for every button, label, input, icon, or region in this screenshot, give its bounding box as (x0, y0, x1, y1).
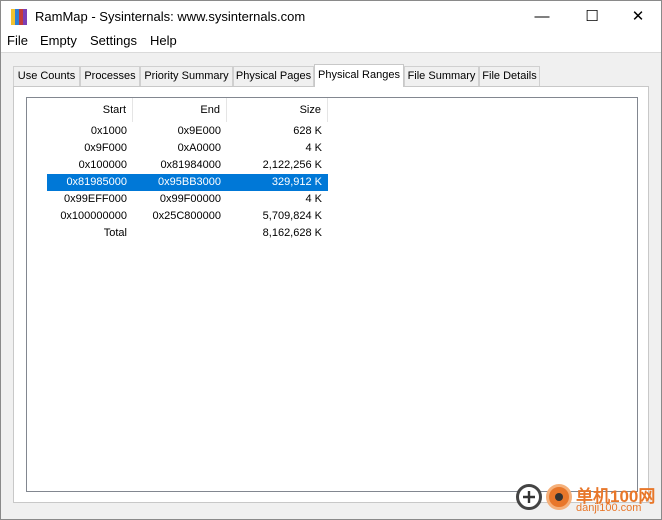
cell-start: 0x1000 (90, 125, 127, 137)
maximize-button[interactable]: ☐ (569, 1, 615, 31)
cell-size: 4 K (305, 142, 322, 154)
cell-end: 0x9E000 (177, 125, 221, 137)
table-row[interactable]: 0x99EFF000 0x99F00000 4 K (47, 191, 328, 208)
cell-start: 0x9F000 (84, 142, 127, 154)
rammap-window: RamMap - Sysinternals: www.sysinternals.… (0, 0, 662, 520)
minimize-button[interactable]: — (519, 1, 565, 31)
tab-strip: Use Counts Processes Priority Summary Ph… (13, 64, 649, 87)
cell-size: 2,122,256 K (262, 159, 322, 171)
table-row-total[interactable]: Total 8,162,628 K (47, 225, 328, 242)
table-row[interactable]: 0x100000000 0x25C800000 5,709,824 K (47, 208, 328, 225)
cell-end: 0xA0000 (177, 142, 221, 154)
cell-size: 329,912 K (271, 176, 322, 188)
tab-processes[interactable]: Processes (80, 66, 140, 86)
menu-bar: File Empty Settings Help (1, 31, 661, 53)
column-header-size[interactable]: Size (227, 98, 328, 122)
physical-ranges-list[interactable]: Start End Size 0x1000 0x9E000 628 K 0x9F… (26, 97, 638, 492)
tab-priority-summary[interactable]: Priority Summary (140, 66, 233, 86)
cell-end (133, 225, 227, 242)
menu-help[interactable]: Help (148, 33, 179, 48)
menu-settings[interactable]: Settings (88, 33, 139, 48)
tab-physical-pages[interactable]: Physical Pages (233, 66, 314, 86)
cell-start: 0x100000 (78, 159, 127, 171)
list-header: Start End Size (27, 98, 328, 122)
cell-end: 0x81984000 (160, 159, 221, 171)
close-button[interactable]: ✕ (615, 1, 661, 31)
tab-file-details[interactable]: File Details (479, 66, 540, 86)
cell-start: 0x99EFF000 (64, 193, 127, 205)
table-row[interactable]: 0x9F000 0xA0000 4 K (47, 140, 328, 157)
menu-empty[interactable]: Empty (38, 33, 79, 48)
cell-end: 0x95BB3000 (158, 176, 221, 188)
cell-start: 0x81985000 (66, 176, 127, 188)
cell-size: 8,162,628 K (262, 227, 322, 239)
rammap-app-icon (11, 9, 27, 25)
window-title: RamMap - Sysinternals: www.sysinternals.… (35, 9, 306, 24)
cell-size: 628 K (293, 125, 322, 137)
tab-use-counts[interactable]: Use Counts (13, 66, 80, 86)
menu-file[interactable]: File (5, 33, 30, 48)
cell-size: 5,709,824 K (262, 210, 322, 222)
record-circle-icon (546, 484, 572, 510)
table-row[interactable]: 0x100000 0x81984000 2,122,256 K (47, 157, 328, 174)
tab-physical-ranges[interactable]: Physical Ranges (314, 64, 404, 87)
physical-ranges-panel: Start End Size 0x1000 0x9E000 628 K 0x9F… (13, 86, 649, 503)
cell-start: Total (103, 227, 127, 239)
cell-end: 0x99F00000 (159, 193, 221, 205)
column-header-end[interactable]: End (133, 98, 227, 122)
cell-end: 0x25C800000 (152, 210, 221, 222)
site-watermark: 单机100网 danji100.com (512, 480, 662, 520)
table-row[interactable]: 0x1000 0x9E000 628 K (47, 123, 328, 140)
column-header-start[interactable]: Start (47, 98, 133, 122)
tab-file-summary[interactable]: File Summary (404, 66, 479, 86)
cell-start: 0x100000000 (60, 210, 127, 222)
table-row-selected[interactable]: 0x81985000 0x95BB3000 329,912 K (47, 174, 328, 191)
plus-circle-icon (516, 484, 542, 510)
cell-size: 4 K (305, 193, 322, 205)
watermark-url: danji100.com (576, 502, 642, 514)
title-bar[interactable]: RamMap - Sysinternals: www.sysinternals.… (1, 1, 661, 31)
